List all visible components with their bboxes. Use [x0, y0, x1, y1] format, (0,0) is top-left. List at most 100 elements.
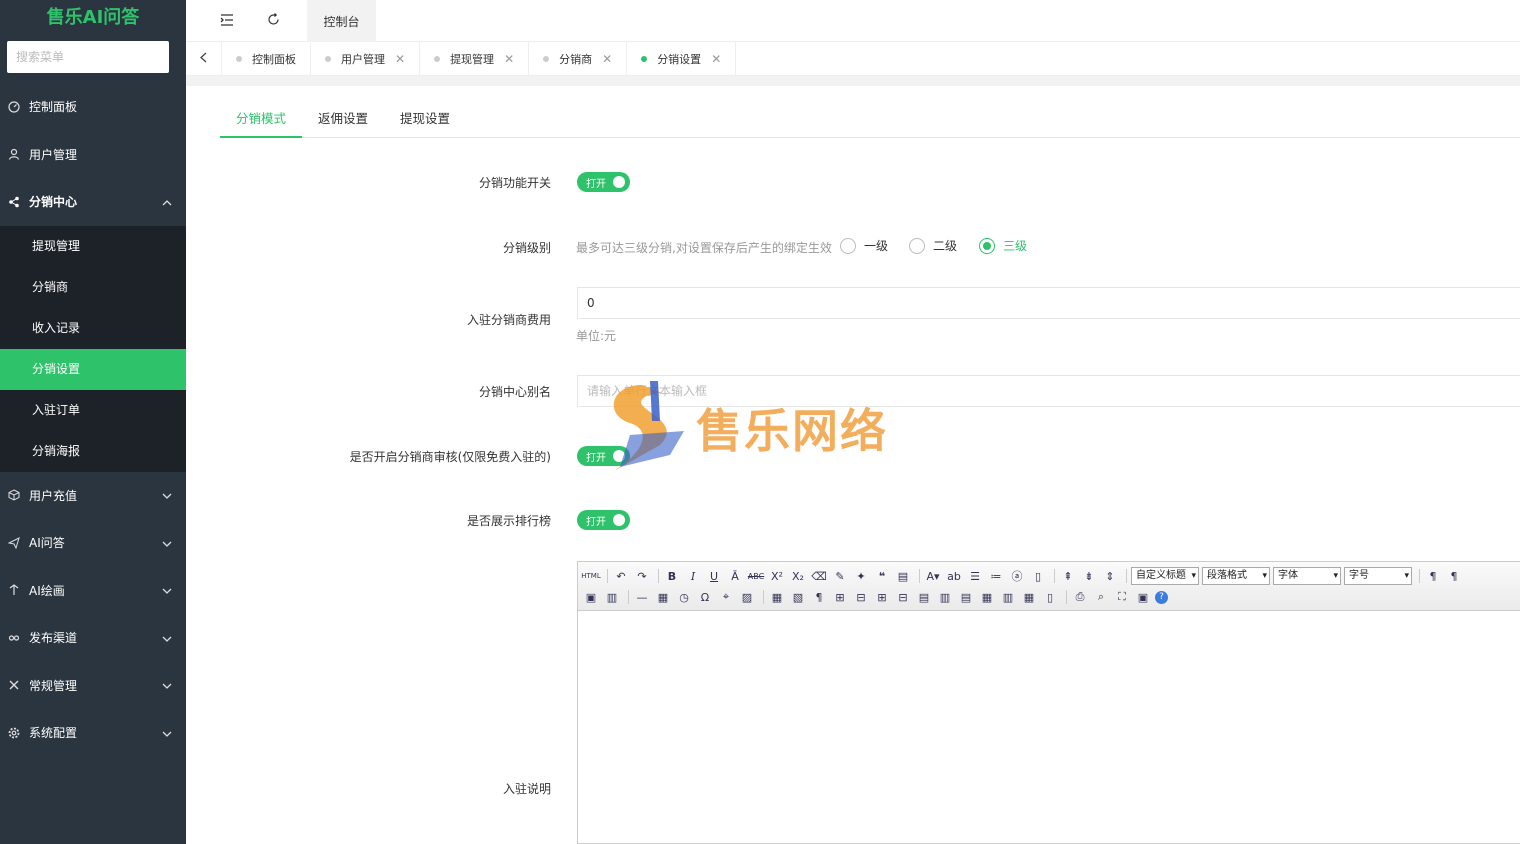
subscript-icon[interactable]: X₂: [789, 567, 807, 585]
background-color-icon[interactable]: ab: [945, 567, 963, 585]
sidebar-item-dashboard[interactable]: 控制面板: [0, 83, 186, 131]
preview-icon[interactable]: ⌕: [1092, 588, 1110, 606]
form-tab-mode[interactable]: 分销模式: [220, 104, 303, 138]
insert-row-icon[interactable]: ⊞: [831, 588, 849, 606]
page-tab-users[interactable]: 用户管理 ✕: [311, 42, 421, 76]
search-replace-icon[interactable]: ⛶: [1113, 588, 1131, 606]
page-tab-dashboard[interactable]: 控制面板: [222, 42, 311, 76]
rich-text-editor[interactable]: HTML ↶ ↷ B I U Ā ABC X² X₂ ⌫ ✎ ✦ ❝ ▤ A▾ …: [577, 561, 1520, 844]
refresh-button[interactable]: [252, 0, 294, 42]
page-tab-distributors[interactable]: 分销商 ✕: [529, 42, 628, 76]
sidebar-item-channels[interactable]: 发布渠道: [0, 614, 186, 662]
insert-paragraph-icon[interactable]: ¶: [810, 588, 828, 606]
help-icon[interactable]: ?: [1155, 590, 1168, 604]
menu-search-input[interactable]: [7, 41, 169, 73]
level-label: 分销级别: [502, 241, 551, 255]
submenu-item-distributors[interactable]: 分销商: [0, 267, 186, 308]
clear-doc-icon[interactable]: ▯: [1029, 567, 1047, 585]
auto-format-icon[interactable]: ✦: [852, 567, 870, 585]
bold-icon[interactable]: B: [663, 567, 681, 585]
submenu-item-orders[interactable]: 入驻订单: [0, 390, 186, 431]
rtl-icon[interactable]: ¶: [1445, 567, 1463, 585]
ordered-list-icon[interactable]: ☰: [966, 567, 984, 585]
close-icon[interactable]: ✕: [395, 52, 405, 66]
level-radio-3[interactable]: 三级: [979, 237, 1027, 254]
fee-input[interactable]: [577, 287, 1520, 319]
template-icon[interactable]: ▨: [738, 588, 756, 606]
alias-input[interactable]: [577, 375, 1520, 407]
row-spacing-bottom-icon[interactable]: ⇟: [1080, 567, 1098, 585]
horizontal-rule-icon[interactable]: —: [633, 588, 651, 606]
sidebar-item-system[interactable]: 系统配置: [0, 709, 186, 757]
close-icon[interactable]: ✕: [504, 52, 514, 66]
console-tab[interactable]: 控制台: [307, 0, 376, 42]
font-color-icon[interactable]: A▾: [924, 567, 942, 585]
close-icon[interactable]: ✕: [602, 52, 612, 66]
menu-toggle-button[interactable]: [206, 0, 248, 42]
delete-table-icon[interactable]: ▧: [789, 588, 807, 606]
merge-down-icon[interactable]: ▤: [957, 588, 975, 606]
level-radio-1[interactable]: 一级: [840, 237, 888, 254]
select-all-icon[interactable]: ⓐ: [1008, 567, 1026, 585]
sidebar-item-distribution[interactable]: 分销中心: [0, 178, 186, 226]
superscript-icon[interactable]: X²: [768, 567, 786, 585]
sidebar-item-ai-draw[interactable]: AI绘画: [0, 567, 186, 615]
multi-image-icon[interactable]: ▥: [603, 588, 621, 606]
page-tab-withdraw[interactable]: 提现管理 ✕: [420, 42, 530, 76]
html-source-icon[interactable]: HTML: [581, 567, 600, 585]
font-border-icon[interactable]: Ā: [726, 567, 744, 585]
submenu-item-income[interactable]: 收入记录: [0, 308, 186, 349]
submenu-item-settings[interactable]: 分销设置: [0, 348, 186, 390]
strikethrough-icon[interactable]: ABC: [747, 567, 765, 585]
merge-cells-icon[interactable]: ▤: [915, 588, 933, 606]
delete-col-icon[interactable]: ⊟: [894, 588, 912, 606]
submenu-item-poster[interactable]: 分销海报: [0, 431, 186, 472]
custom-style-select[interactable]: 自定义标题: [1131, 567, 1199, 585]
sidebar-item-users[interactable]: 用户管理: [0, 131, 186, 179]
delete-row-icon[interactable]: ⊟: [852, 588, 870, 606]
underline-icon[interactable]: U: [705, 567, 723, 585]
audit-switch[interactable]: 打开: [577, 446, 630, 466]
ltr-icon[interactable]: ¶: [1424, 567, 1442, 585]
font-family-select[interactable]: 字体: [1273, 567, 1341, 585]
date-icon[interactable]: ▦: [654, 588, 672, 606]
split-cells-icon[interactable]: ▦: [978, 588, 996, 606]
special-char-icon[interactable]: Ω: [696, 588, 714, 606]
time-icon[interactable]: ◷: [675, 588, 693, 606]
sidebar-item-general[interactable]: 常规管理: [0, 662, 186, 710]
rank-switch[interactable]: 打开: [577, 510, 630, 530]
close-icon[interactable]: ✕: [711, 52, 721, 66]
merge-right-icon[interactable]: ▥: [936, 588, 954, 606]
paste-plain-icon[interactable]: ▤: [894, 567, 912, 585]
insert-col-icon[interactable]: ⊞: [873, 588, 891, 606]
page-tab-settings[interactable]: 分销设置 ✕: [627, 42, 737, 76]
row-spacing-top-icon[interactable]: ⇞: [1059, 567, 1077, 585]
tabs-prev-button[interactable]: [186, 42, 222, 76]
line-height-icon[interactable]: ⇕: [1101, 567, 1119, 585]
page-tabs-bar: 控制面板 用户管理 ✕ 提现管理 ✕ 分销商 ✕ 分销设置 ✕: [186, 42, 1520, 76]
sidebar-item-ai-qa[interactable]: AI问答: [0, 519, 186, 567]
map-icon[interactable]: ⌖: [717, 588, 735, 606]
sidebar-item-recharge[interactable]: 用户充值: [0, 472, 186, 520]
blockquote-icon[interactable]: ❝: [873, 567, 891, 585]
unordered-list-icon[interactable]: ≔: [987, 567, 1005, 585]
image-icon[interactable]: ▣: [582, 588, 600, 606]
print-icon[interactable]: ⎙: [1071, 588, 1089, 606]
format-brush-icon[interactable]: ✎: [831, 567, 849, 585]
chart-icon[interactable]: ▯: [1041, 588, 1059, 606]
paragraph-select[interactable]: 段落格式: [1202, 567, 1270, 585]
drafts-icon[interactable]: ▣: [1134, 588, 1152, 606]
submenu-item-withdraw[interactable]: 提现管理: [0, 226, 186, 267]
eraser-icon[interactable]: ⌫: [810, 567, 828, 585]
form-tab-commission[interactable]: 返佣设置: [302, 104, 384, 138]
level-radio-2[interactable]: 二级: [909, 237, 957, 254]
undo-icon[interactable]: ↶: [612, 567, 630, 585]
insert-table-icon[interactable]: ▦: [768, 588, 786, 606]
italic-icon[interactable]: I: [684, 567, 702, 585]
split-rows-icon[interactable]: ▥: [999, 588, 1017, 606]
font-size-select[interactable]: 字号: [1344, 567, 1412, 585]
distribution-switch[interactable]: 打开: [577, 172, 630, 192]
split-cols-icon[interactable]: ▦: [1020, 588, 1038, 606]
form-tab-withdraw[interactable]: 提现设置: [384, 104, 466, 138]
redo-icon[interactable]: ↷: [633, 567, 651, 585]
